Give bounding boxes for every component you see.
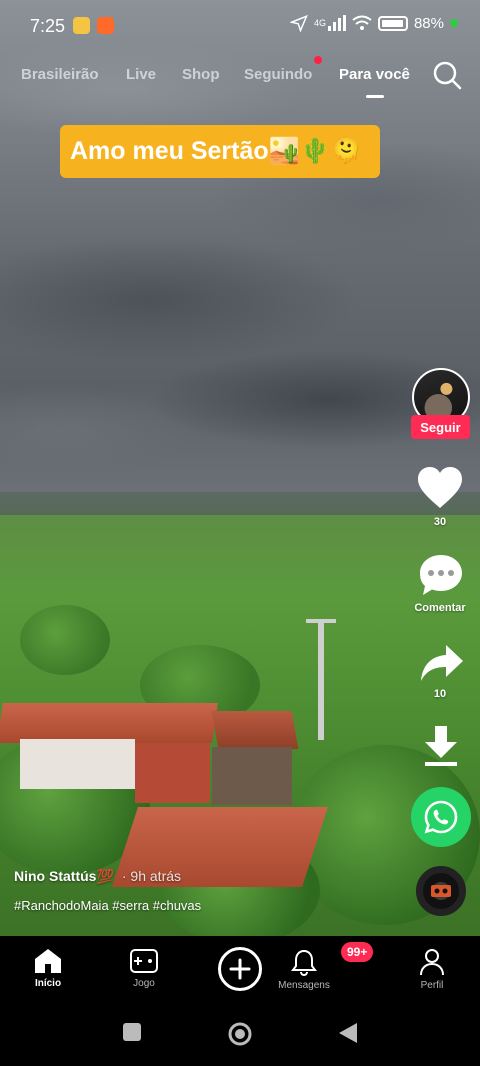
active-tab-indicator [366,95,384,98]
sound-cover-icon [431,885,451,897]
video-hashtags[interactable]: #RanchodoMaia #serra #chuvas [14,898,201,913]
status-time: 7:25 [30,16,66,36]
video-app-icon [97,17,114,34]
search-icon[interactable] [432,60,462,90]
nav-inicio[interactable]: Início [8,948,88,989]
post-time: · 9h atrás [121,868,182,884]
tab-brasileirao[interactable]: Brasileirão [21,66,99,83]
seguindo-notification-dot [314,56,322,64]
signal-icon [327,15,346,31]
video-text-sticker: Amo meu Sertão🏜️🌵🫠 [60,125,380,178]
nav-perfil[interactable]: Perfil [392,948,472,991]
tab-seguindo[interactable]: Seguindo [244,66,312,83]
tab-para-voce[interactable]: Para você [339,66,410,83]
network-type: 4G [313,18,326,28]
recent-apps-icon[interactable] [122,1022,142,1042]
messages-badge: 99+ [341,942,374,962]
share-count: 10 [433,688,447,700]
wifi-icon [352,15,372,30]
nav-label-inicio: Início [34,978,62,989]
heart-icon[interactable] [416,466,464,510]
nav-jogo[interactable]: Jogo [104,948,184,989]
author-name[interactable]: Nino Stattús💯 [14,868,114,884]
nav-label-perfil: Perfil [420,980,444,991]
camera-app-icon [73,17,90,34]
charging-dot [450,19,458,27]
gamepad-icon [130,949,158,973]
home-button-icon[interactable] [227,1021,253,1047]
nav-label-mensagens: Mensagens [278,980,330,991]
tab-shop[interactable]: Shop [182,66,220,83]
whatsapp-share-button[interactable] [411,787,471,847]
music-disc[interactable] [416,866,466,916]
nav-label-jogo: Jogo [133,978,155,989]
create-button[interactable] [218,947,262,991]
nav-mensagens[interactable]: Mensagens [264,948,344,991]
whatsapp-icon [424,800,458,834]
bell-icon [291,949,317,976]
location-icon [289,14,308,32]
profile-icon [420,949,444,976]
battery-icon [377,15,408,31]
follow-button[interactable]: Seguir [411,415,470,439]
like-count: 30 [433,516,447,528]
video-caption-author[interactable]: Nino Stattús💯 · 9h atrás [14,868,181,885]
status-bar: 7:25 4G 88% [0,0,480,52]
home-icon [35,949,61,973]
download-icon[interactable] [422,724,460,768]
status-indicators: 4G 88% [289,14,458,32]
feed-tabs: Brasileirão Live Shop Seguindo Para você [0,56,480,102]
system-navigation-bar [0,1004,480,1066]
tab-live[interactable]: Live [126,66,156,83]
comment-label: Comentar [414,602,466,614]
share-icon[interactable] [420,643,464,683]
comment-icon[interactable] [418,553,464,597]
battery-level: 88% [413,14,444,32]
back-icon[interactable] [338,1022,358,1044]
plus-icon [229,958,251,980]
